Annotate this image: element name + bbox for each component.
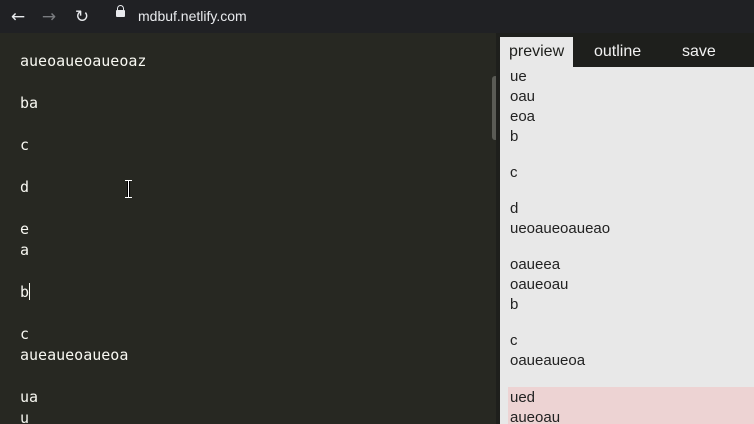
preview-line: c <box>510 164 518 181</box>
editor-line[interactable]: u <box>20 408 146 424</box>
preview-block[interactable]: c <box>500 163 754 183</box>
preview-pane: ue oau eoa b c d ueoaueoaueao oaueea oaueoau b c oa… <box>500 67 754 424</box>
editor-line[interactable]: aueaueoaueoa <box>20 345 146 366</box>
tab-save[interactable]: save <box>682 37 716 67</box>
editor-line-text: aueoaueoaueoaz <box>20 52 147 70</box>
side-panel: preview outline save ue oau eoa b c d ueoaueoa… <box>500 33 754 424</box>
editor-line[interactable]: e <box>20 219 146 240</box>
preview-line: ueoaueoaueao <box>510 220 611 237</box>
preview-line: oaueaueoa <box>510 352 586 369</box>
address-bar-url[interactable]: mdbuf.netlify.com <box>138 8 247 24</box>
editor-line[interactable]: c <box>20 324 146 345</box>
preview-block-highlighted[interactable]: ued aueoau <box>508 387 754 424</box>
text-caret <box>29 283 31 300</box>
editor-line[interactable]: b <box>20 282 146 303</box>
editor-line-text: ua <box>20 388 39 406</box>
editor-line-text: u <box>20 409 30 424</box>
editor-line-text: b <box>20 283 30 301</box>
editor-line[interactable]: a <box>20 240 146 261</box>
lock-icon[interactable] <box>116 5 125 17</box>
editor-line[interactable] <box>20 72 146 93</box>
tab-preview[interactable]: preview <box>500 37 574 67</box>
preview-line: eoa <box>510 108 536 125</box>
preview-line: ued <box>510 389 536 406</box>
preview-line: aueoau <box>510 409 561 424</box>
reload-icon[interactable]: ↻ <box>71 6 93 28</box>
preview-line: c <box>510 332 518 349</box>
editor-line[interactable]: ua <box>20 387 146 408</box>
panel-tabs: preview outline save <box>500 33 754 67</box>
editor-line[interactable]: c <box>20 135 146 156</box>
preview-line: b <box>510 128 519 145</box>
editor-line-text: e <box>20 220 30 238</box>
editor-line-text: a <box>20 241 30 259</box>
preview-block[interactable]: d ueoaueoaueao <box>500 199 754 239</box>
tab-outline[interactable]: outline <box>594 37 641 67</box>
editor-line[interactable] <box>20 366 146 387</box>
markdown-editor[interactable]: aueoaueoaueoaz ba c d e a b c aueaueoaueoa ua u <box>0 33 496 424</box>
editor-scrollbar[interactable] <box>492 76 496 140</box>
preview-line: b <box>510 296 519 313</box>
editor-line[interactable]: aueoaueoaueoaz <box>20 51 146 72</box>
preview-block[interactable]: ue oau eoa b <box>500 67 754 147</box>
text-cursor-icon <box>124 180 133 198</box>
editor-line-text: ba <box>20 94 39 112</box>
editor-line[interactable] <box>20 303 146 324</box>
editor-lines: aueoaueoaueoaz ba c d e a b c aueaueoaueoa ua u <box>20 51 146 424</box>
editor-line[interactable]: ba <box>20 93 146 114</box>
editor-line[interactable] <box>20 156 146 177</box>
preview-block[interactable]: c oaueaueoa <box>500 331 754 371</box>
preview-block[interactable]: oaueea oaueoau b <box>500 255 754 315</box>
preview-line: oau <box>510 88 536 105</box>
arrow-right-icon[interactable]: → <box>38 6 60 28</box>
editor-line[interactable] <box>20 114 146 135</box>
arrow-left-icon[interactable]: ← <box>7 6 29 28</box>
editor-line-text: c <box>20 136 30 154</box>
editor-line-text: d <box>20 178 30 196</box>
editor-line[interactable] <box>20 261 146 282</box>
preview-line: ue <box>510 68 527 85</box>
editor-line-text: aueaueoaueoa <box>20 346 129 364</box>
preview-line: d <box>510 200 519 217</box>
preview-line: oaueea <box>510 256 561 273</box>
browser-toolbar: ← → ↻ mdbuf.netlify.com <box>0 0 754 33</box>
editor-line-text: c <box>20 325 30 343</box>
preview-line: oaueoau <box>510 276 569 293</box>
editor-line[interactable] <box>20 198 146 219</box>
